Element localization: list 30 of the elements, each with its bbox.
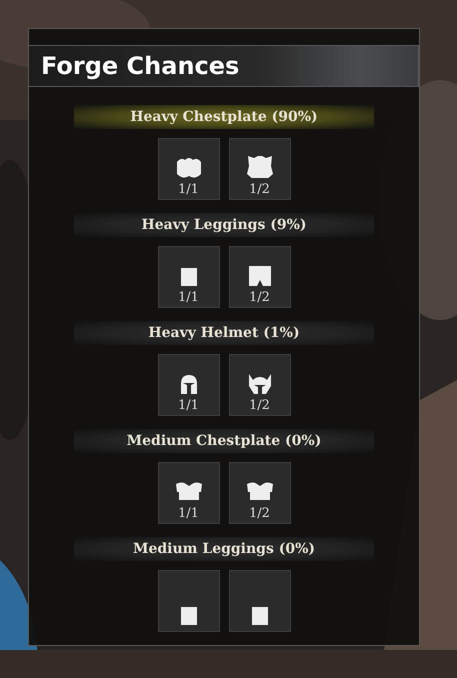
item-count: 1/2	[249, 182, 270, 197]
item-slot[interactable]: 1/2	[228, 462, 290, 524]
item-slot[interactable]: 1/1	[158, 354, 220, 416]
item-count: 1/1	[178, 182, 199, 197]
item-slot[interactable]: 1/1	[158, 462, 220, 524]
leggings-icon	[246, 264, 272, 286]
item-slot[interactable]	[158, 570, 220, 632]
chestplate-icon	[246, 156, 272, 178]
item-count: 1/1	[178, 290, 199, 305]
vest-icon	[246, 480, 272, 502]
category-header: Heavy Leggings (9%)	[74, 213, 374, 237]
category-header: Medium Chestplate (0%)	[74, 429, 374, 453]
item-slot[interactable]	[228, 570, 290, 632]
item-count: 1/1	[178, 398, 199, 413]
item-slot[interactable]: 1/1	[158, 138, 220, 200]
item-slot[interactable]: 1/2	[228, 354, 290, 416]
item-count: 1/2	[249, 398, 270, 413]
item-count: 1/1	[178, 506, 199, 521]
item-slot[interactable]: 1/2	[228, 246, 290, 308]
vest-icon	[176, 480, 202, 502]
category-header: Medium Leggings (0%)	[74, 537, 374, 561]
category-header: Heavy Helmet (1%)	[74, 321, 374, 345]
helmet-icon	[246, 372, 272, 394]
item-count: 1/2	[249, 290, 270, 305]
chestplate-icon	[176, 156, 202, 178]
category-header: Heavy Chestplate (90%)	[74, 105, 374, 129]
item-count: 1/2	[249, 506, 270, 521]
item-slot[interactable]: 1/2	[228, 138, 290, 200]
item-slot[interactable]: 1/1	[158, 246, 220, 308]
panel-title: Forge Chances	[41, 52, 240, 80]
